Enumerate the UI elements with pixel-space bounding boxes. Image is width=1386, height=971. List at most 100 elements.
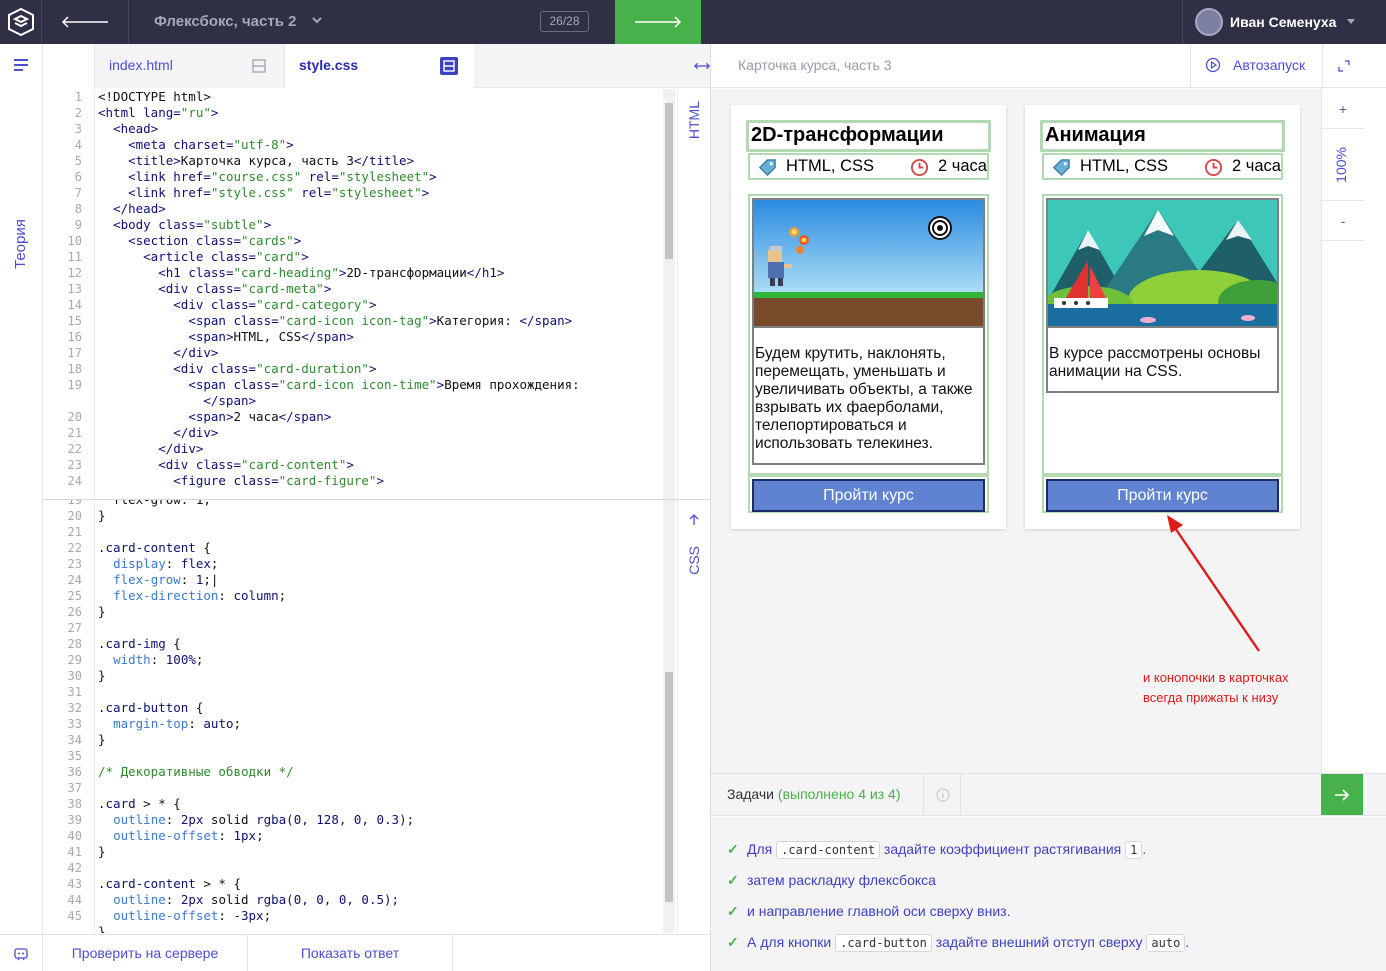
robot-icon[interactable] — [0, 935, 43, 971]
html-editor[interactable]: 1 2 3 4 5 6 7 8 9 10 11 12 13 14 15 16 17 18 19 20 21 22 23 24 … — [43, 89, 677, 499]
resize-handle[interactable] — [694, 44, 710, 88]
check-on-server-button[interactable]: Проверить на сервере — [43, 935, 248, 971]
check-icon: ✓ — [727, 934, 739, 950]
logo-icon[interactable] — [0, 0, 42, 44]
lesson-title[interactable]: Флексбокс, часть 2 — [154, 0, 296, 44]
fullscreen-button[interactable] — [1322, 44, 1364, 88]
line-number: 42 — [67, 861, 82, 875]
user-name: Иван Семенуха — [1230, 14, 1337, 30]
code-line: <meta charset="utf-8"> — [128, 137, 294, 152]
chevron-down-icon[interactable] — [311, 14, 323, 26]
annotation-note: и конопочки в карточках всегда прижаты к… — [1143, 668, 1289, 708]
card-heading: 2D-трансформации — [746, 120, 991, 152]
menu-icon[interactable] — [13, 58, 29, 72]
tab-style-css[interactable]: style.css — [285, 44, 474, 89]
line-numbers: 19 20 21 22 23 24 25 26 27 28 29 30 31 32 33 34 35 36 37 38… — [43, 500, 95, 933]
code-line: flex-grow: 1; — [98, 500, 661, 508]
line-numbers: 1 2 3 4 5 6 7 8 9 10 11 12 13 14 15 16 17 18 19 20 21 22 23 24 — [43, 89, 95, 499]
zoom-level: 100% — [1333, 147, 1349, 183]
panel-toggle-icon[interactable] — [250, 57, 268, 75]
scroll-thumb[interactable] — [665, 103, 673, 259]
css-code[interactable]: flex-grow: 1; } .card-content { display:… — [98, 500, 661, 933]
annotation-line: и конопочки в карточках — [1143, 670, 1289, 685]
tab-label: style.css — [299, 57, 359, 73]
show-answer-button[interactable]: Показать ответ — [248, 935, 453, 971]
line-number: 39 — [67, 813, 82, 827]
task-item: ✓ и направление главной оси сверху вниз. — [727, 901, 1010, 921]
autorun-button[interactable]: Автозапуск — [1190, 44, 1322, 88]
preview-header: Карточка курса, часть 3 Автозапуск — [711, 44, 1386, 88]
take-course-button[interactable]: Пройти курс — [752, 479, 985, 512]
css-label: CSS — [686, 546, 702, 575]
html-code[interactable]: <!DOCTYPE html> <html lang="ru"> <head> … — [98, 89, 661, 499]
code-line: <div class="card-meta"> — [158, 281, 332, 296]
zoom-in-button[interactable]: + — [1322, 89, 1364, 129]
next-task-button[interactable] — [1321, 774, 1363, 815]
line-number: 24 — [67, 573, 82, 587]
clock-icon — [1204, 158, 1223, 177]
line-number: 18 — [67, 362, 82, 376]
code-line: outline-offset: -3px; — [113, 908, 272, 923]
line-number: 6 — [74, 170, 82, 184]
progress-badge: 26/28 — [540, 11, 589, 32]
code-line: <body class="subtle"> — [113, 217, 272, 232]
line-number: 5 — [74, 154, 82, 168]
line-number: 1 — [74, 90, 82, 104]
tab-index-html[interactable]: index.html — [95, 44, 285, 88]
html-scrollbar[interactable] — [663, 89, 675, 499]
line-number: 28 — [67, 637, 82, 651]
tab-spacer — [43, 44, 95, 88]
task-text: и направление главной оси сверху вниз. — [747, 903, 1011, 919]
task-text: . — [1142, 841, 1147, 857]
user-menu[interactable]: Иван Семенуха — [1182, 0, 1386, 44]
code-line: display: flex; — [113, 556, 219, 571]
line-number: 43 — [67, 877, 82, 891]
card-heading: Анимация — [1040, 120, 1285, 152]
zoom-out-button[interactable]: - — [1322, 201, 1364, 241]
css-scrollbar[interactable] — [663, 500, 675, 933]
tab-label: index.html — [109, 57, 173, 73]
code-line: .card-img { — [98, 636, 181, 651]
task-item: ✓ А для кнопки .card-button задайте внешн… — [727, 932, 1189, 952]
next-lesson-button[interactable] — [615, 0, 701, 44]
card-description: В курсе рассмотрены основы анимации на C… — [1046, 328, 1279, 393]
scroll-thumb[interactable] — [665, 672, 673, 902]
code-line: <link href="course.css" rel="stylesheet"… — [128, 169, 437, 184]
code-line: <link href="style.css" rel="stylesheet"> — [128, 185, 430, 200]
line-number: 37 — [67, 781, 82, 795]
css-editor[interactable]: 19 20 21 22 23 24 25 26 27 28 29 30 31 32 33 34 35 36 37 38… — [43, 500, 677, 933]
editor-actions: Проверить на сервере Показать ответ — [0, 934, 710, 971]
card-duration: 2 часа — [1232, 157, 1281, 175]
line-number: 29 — [67, 653, 82, 667]
autorun-label: Автозапуск — [1233, 57, 1306, 73]
code-line: <section class="cards"> — [128, 233, 302, 248]
line-number: 19 — [67, 500, 82, 507]
code-line: </div> — [158, 441, 204, 456]
arrow-right-icon — [635, 16, 682, 28]
line-number: 12 — [67, 266, 82, 280]
arrow-up-icon[interactable] — [689, 514, 699, 526]
take-course-button[interactable]: Пройти курс — [1046, 479, 1279, 512]
card-category: HTML, CSS — [1080, 157, 1169, 175]
clock-icon — [910, 158, 929, 177]
course-card: Анимация HTML, CSS 2 часа В курсе рассмо… — [1025, 105, 1300, 529]
line-number: 44 — [67, 893, 82, 907]
card-meta: HTML, CSS 2 часа — [1042, 153, 1283, 180]
code-line: /* Декоративные обводки */ — [98, 764, 294, 779]
tasks-header: Задачи (выполнено 4 из 4) — [711, 773, 1386, 816]
tab-theory[interactable]: Теория — [12, 199, 32, 269]
panel-toggle-icon[interactable] — [440, 57, 458, 75]
code-line: <article class="card"> — [143, 249, 309, 264]
task-text: задайте внешний отступ сверху — [931, 934, 1147, 950]
info-button[interactable] — [923, 774, 961, 815]
code-line: <html lang="ru"> — [98, 105, 219, 120]
card-meta: HTML, CSS 2 часа — [748, 153, 989, 180]
code-line: .card-content { — [98, 540, 211, 555]
task-item: ✓ затем раскладку флексбокса — [727, 870, 936, 890]
previous-lesson-button[interactable] — [42, 0, 129, 44]
line-number: 3 — [74, 122, 82, 136]
code-line: </span> — [203, 393, 257, 408]
